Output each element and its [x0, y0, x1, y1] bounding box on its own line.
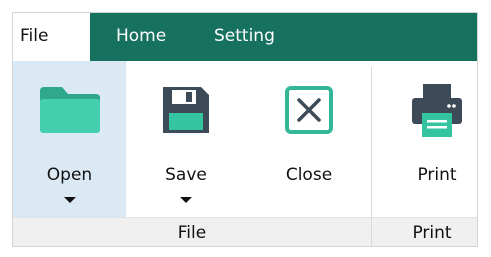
ribbon-window: File Home Setting Open Save Close File P… [12, 12, 478, 247]
close-box-icon [259, 79, 359, 141]
save-label: Save [165, 165, 207, 185]
ribbon-body: Open Save Close File Print Print [13, 61, 477, 246]
close-button[interactable]: Close [259, 61, 359, 217]
tab-home[interactable]: Home [103, 13, 179, 61]
save-button[interactable]: Save [137, 61, 235, 217]
print-label: Print [417, 165, 457, 185]
floppy-disk-icon [137, 79, 235, 141]
tab-setting[interactable]: Setting [201, 13, 288, 61]
tab-file[interactable]: File [13, 13, 90, 61]
folder-icon [13, 79, 126, 141]
ribbon-tab-bar: File Home Setting [13, 13, 477, 61]
print-button[interactable]: Print [389, 61, 477, 217]
save-dropdown-arrow-icon[interactable] [180, 197, 192, 203]
group-label-print: Print [372, 217, 477, 246]
open-dropdown-arrow-icon[interactable] [63, 197, 76, 203]
open-button[interactable]: Open [13, 61, 126, 217]
open-label: Open [46, 165, 93, 185]
printer-icon [389, 79, 477, 141]
close-label: Close [285, 165, 333, 185]
group-label-file: File [13, 217, 371, 246]
